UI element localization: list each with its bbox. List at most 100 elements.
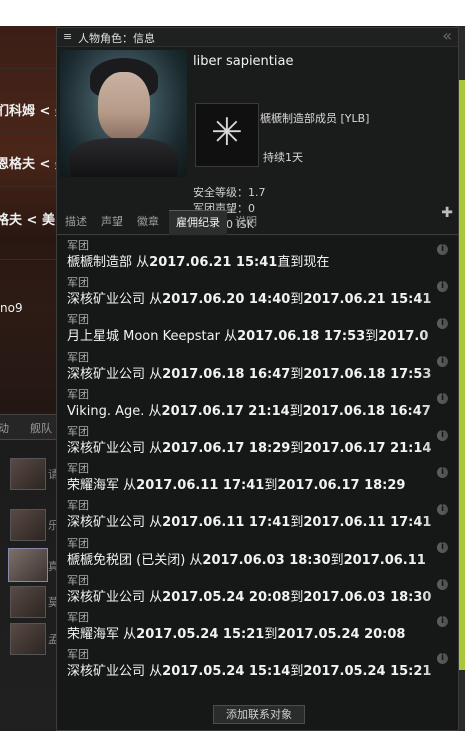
employment-end-date: 2017.05.24 15:21: [303, 664, 432, 680]
employment-row[interactable]: 军团 榹榹制造部 从2017.06.21 15:41直到现在 i: [57, 236, 458, 273]
info-icon[interactable]: i: [437, 355, 448, 367]
employment-row[interactable]: 军团 榹榹免税团 (已关闭) 从2017.06.03 18:30到2017.06…: [57, 534, 458, 571]
info-icon[interactable]: i: [437, 430, 448, 441]
employment-start-date: 2017.06.11 17:41: [136, 478, 265, 494]
employment-row[interactable]: 军团 深核矿业公司 从2017.06.11 17:41到2017.06.11 17…: [57, 496, 458, 533]
employment-row-text[interactable]: 荣耀海军 从2017.05.24 15:21到2017.05.24 20:08: [67, 623, 405, 642]
window-titlebar[interactable]: ≡ 人物角色：信息 «: [57, 26, 458, 47]
employment-row[interactable]: 军团 深核矿业公司 从2017.05.24 20:08到2017.06.03 18…: [57, 571, 458, 608]
employment-end-date: 2017.0: [378, 329, 429, 345]
background-list-avatar[interactable]: [10, 458, 46, 490]
employment-row-text[interactable]: 荣耀海军 从2017.06.11 17:41到2017.06.17 18:29: [67, 474, 405, 493]
info-icon[interactable]: i: [437, 653, 448, 665]
tab-employment-history[interactable]: 雇佣纪录: [169, 210, 227, 235]
employment-row[interactable]: 军团 深核矿业公司 从2017.06.20 14:40到2017.06.21 15…: [57, 273, 458, 310]
employment-start-date: 2017.06.17 18:29: [162, 441, 291, 456]
background-name-3[interactable]: 格夫 < 美: [0, 209, 55, 228]
employment-row[interactable]: 军团 深核矿业公司 从2017.06.18 16:47到2017.06.18 17…: [57, 348, 458, 385]
employment-start-date: 2017.06.18 16:47: [162, 366, 291, 382]
menu-icon[interactable]: ≡: [63, 30, 72, 43]
employment-row-text[interactable]: 榹榹制造部 从2017.06.21 15:41直到现在: [67, 251, 329, 270]
employment-start-date: 2017.06.18 17:53: [237, 329, 366, 345]
employment-start-date: 2017.05.24 20:08: [162, 589, 291, 605]
employment-corp-name[interactable]: Viking. Age.: [67, 404, 144, 419]
employment-row[interactable]: 军团 深核矿业公司 从2017.06.17 18:29到2017.06.17 21…: [57, 422, 458, 459]
info-icon[interactable]: i: [437, 578, 448, 590]
employment-from-word: 从: [145, 515, 163, 531]
employment-row-text[interactable]: 月上星城 Moon Keepstar 从2017.06.18 17:53到201…: [67, 325, 428, 344]
corporation-logo[interactable]: ✳: [195, 103, 259, 167]
employment-from-word: 从: [145, 441, 163, 456]
corporation-duration: 持续1天: [263, 151, 303, 164]
employment-row-text[interactable]: 深核矿业公司 从2017.05.24 15:14到2017.05.24 15:2…: [67, 660, 431, 679]
employment-corp-name[interactable]: 深核矿业公司: [67, 590, 145, 605]
background-name-1[interactable]: 扪科姆 < 美: [0, 100, 60, 119]
character-portrait[interactable]: [60, 50, 187, 177]
character-name: liber sapientiae: [193, 54, 294, 69]
background-tab-1[interactable]: 动: [0, 420, 9, 436]
info-icon[interactable]: i: [437, 616, 448, 627]
background-name-2[interactable]: 恩格夫 < 美: [0, 153, 60, 172]
employment-row-text[interactable]: 榹榹免税团 (已关闭) 从2017.06.03 18:30到2017.06.11: [67, 549, 426, 568]
employment-to-word: 到: [289, 403, 303, 419]
employment-row-text[interactable]: 深核矿业公司 从2017.06.20 14:40到2017.06.21 15:4…: [67, 288, 431, 307]
info-icon[interactable]: i: [437, 467, 448, 479]
employment-corp-name[interactable]: 榹榹制造部: [67, 255, 132, 270]
employment-row[interactable]: 军团 荣耀海军 从2017.05.24 15:21到2017.05.24 20:0…: [57, 608, 458, 645]
background-list-avatar[interactable]: [10, 623, 46, 655]
info-icon[interactable]: i: [437, 244, 448, 255]
collapse-icon[interactable]: «: [442, 26, 452, 45]
employment-row[interactable]: 军团 深核矿业公司 从2017.05.24 15:14到2017.05.24 15…: [57, 645, 458, 682]
divider: [0, 132, 60, 133]
employment-row-text[interactable]: 深核矿业公司 从2017.05.24 20:08到2017.06.03 18:3…: [67, 586, 431, 605]
employment-corp-name[interactable]: 深核矿业公司: [67, 367, 145, 382]
tab-notes[interactable]: 说明: [231, 210, 261, 234]
background-window: 扪科姆 < 美 恩格夫 < 美 格夫 < 美 no9 动 舰队 请 乐 真 莫 …: [0, 26, 60, 731]
employment-end-date: 2017.06.21 15:41: [303, 292, 432, 308]
employment-corp-name[interactable]: 荣耀海军: [67, 627, 119, 642]
employment-row[interactable]: 军团 荣耀海军 从2017.06.11 17:41到2017.06.17 18:2…: [57, 459, 458, 496]
info-icon[interactable]: i: [437, 504, 448, 516]
background-tab-2[interactable]: 舰队: [30, 420, 52, 436]
employment-start-date: 2017.05.24 15:14: [162, 664, 291, 680]
employment-corp-name[interactable]: 荣耀海军: [67, 478, 119, 493]
info-tabs: 描述 声望 徽章 雇佣纪录 说明: [57, 210, 458, 235]
background-list-avatar[interactable]: [10, 509, 46, 541]
info-icon[interactable]: i: [437, 318, 448, 330]
employment-end-date: 2017.05.24 20:08: [277, 627, 406, 642]
employment-to-word: 直到现在: [277, 255, 330, 270]
background-list-avatar[interactable]: [10, 586, 46, 618]
tab-standings[interactable]: 声望: [97, 210, 127, 234]
info-icon[interactable]: i: [437, 541, 448, 553]
employment-corp-name[interactable]: 深核矿业公司: [67, 441, 145, 456]
employment-start-date: 2017.06.03 18:30: [202, 552, 331, 568]
tab-medals[interactable]: 徽章: [133, 210, 163, 234]
employment-corp-name[interactable]: 月上星城 Moon Keepstar: [67, 329, 220, 344]
employment-row-text[interactable]: 深核矿业公司 从2017.06.17 18:29到2017.06.17 21:1…: [67, 437, 431, 456]
employment-end-date: 2017.06.17 18:29: [277, 478, 406, 494]
employment-corp-name[interactable]: 深核矿业公司: [67, 515, 145, 530]
employment-corp-name[interactable]: 榹榹免税团 (已关闭): [67, 553, 185, 568]
info-icon[interactable]: i: [437, 281, 448, 293]
employment-row[interactable]: 军团 月上星城 Moon Keepstar 从2017.06.18 17:53到2…: [57, 310, 458, 347]
employment-row-text[interactable]: 深核矿业公司 从2017.06.18 16:47到2017.06.18 17:5…: [67, 363, 431, 382]
employment-history-list[interactable]: 军团 榹榹制造部 从2017.06.21 15:41直到现在 i 军团 深核矿业公司 从…: [57, 236, 458, 688]
security-status: 安全等级：1.7: [193, 186, 266, 199]
employment-row-text[interactable]: Viking. Age. 从2017.06.17 21:14到2017.06.1…: [67, 400, 431, 419]
background-list-avatar-selected[interactable]: [8, 548, 48, 582]
employment-corp-name[interactable]: 深核矿业公司: [67, 664, 145, 679]
employment-to-word: 到: [290, 366, 304, 382]
corp-emblem-icon: ✳: [211, 110, 243, 154]
tab-description[interactable]: 描述: [61, 210, 91, 234]
corporation-title[interactable]: 榹榹制造部成员 [YLB]: [260, 110, 369, 126]
employment-from-word: 从: [119, 627, 137, 642]
employment-from-word: 从: [185, 552, 203, 568]
employment-to-word: 到: [290, 664, 304, 680]
employment-end-date: 2017.06.18 16:47: [302, 403, 431, 419]
info-icon[interactable]: i: [437, 392, 448, 404]
add-contact-button[interactable]: 添加联系对象: [213, 705, 305, 724]
employment-row[interactable]: 军团 Viking. Age. 从2017.06.17 21:14到2017.06…: [57, 385, 458, 422]
employment-row-text[interactable]: 深核矿业公司 从2017.06.11 17:41到2017.06.11 17:4…: [67, 511, 431, 530]
employment-corp-name[interactable]: 深核矿业公司: [67, 292, 145, 307]
employment-from-word: 从: [145, 292, 163, 308]
